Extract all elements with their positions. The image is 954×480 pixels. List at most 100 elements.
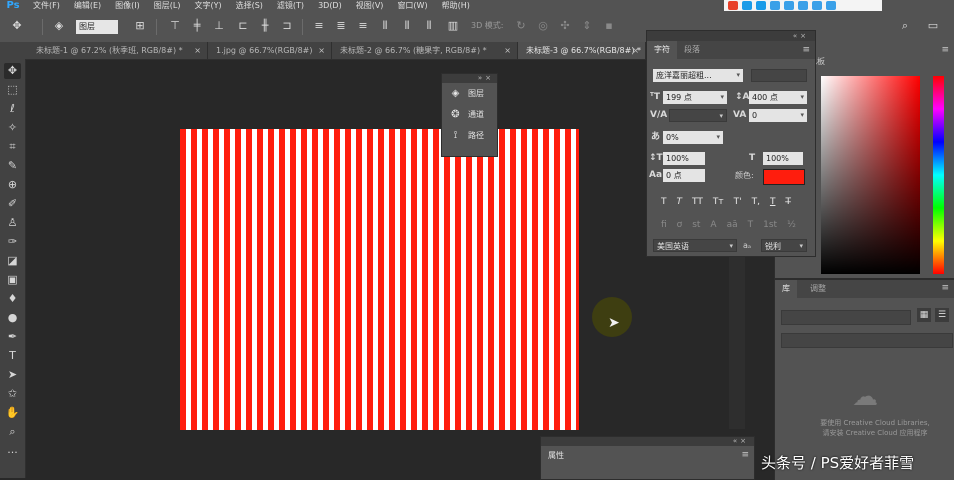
move-tool-icon[interactable]: ✥ — [4, 63, 21, 79]
ligatures-button[interactable]: fi — [661, 219, 667, 231]
menu-filter[interactable]: 滤镜(T) — [270, 0, 311, 11]
pen-tool-icon[interactable]: ✒ — [4, 329, 21, 345]
panel-item-paths[interactable]: ⟟ 路径 — [442, 125, 497, 146]
color-field[interactable] — [821, 76, 920, 274]
dodge-tool-icon[interactable]: ● — [4, 310, 21, 326]
vertical-scale-field[interactable]: 100% — [663, 152, 705, 165]
tab-untitled-3[interactable]: 未标题-3 @ 66.7%(RGB/8#) * × — [518, 42, 646, 59]
lasso-tool-icon[interactable]: ℓ — [4, 101, 21, 117]
menu-type[interactable]: 文字(Y) — [187, 0, 228, 11]
text-color-swatch[interactable] — [763, 169, 805, 185]
tracking-field[interactable]: 0 ▾ — [749, 109, 807, 122]
contextual-button[interactable]: aā — [727, 219, 738, 231]
panel-menu-icon[interactable]: ≡ — [941, 45, 949, 55]
workspace-icon[interactable]: ▭ — [926, 19, 940, 33]
microphone-icon[interactable] — [784, 1, 794, 10]
faux-italic-button[interactable]: T — [677, 196, 683, 208]
distribute-top-icon[interactable]: ≡ — [312, 19, 326, 33]
magic-wand-icon[interactable]: ✧ — [4, 120, 21, 136]
ordinals-button[interactable]: 1st — [763, 219, 777, 231]
language-dropdown[interactable]: 美国英语 ▾ — [653, 239, 737, 252]
emoji-icon[interactable] — [770, 1, 780, 10]
transform-controls-icon[interactable]: ⊞ — [133, 19, 147, 33]
menu-image[interactable]: 图像(I) — [108, 0, 147, 11]
menu-3d[interactable]: 3D(D) — [311, 0, 349, 11]
type-tool-icon[interactable]: T — [4, 348, 21, 364]
titling-button[interactable]: A — [710, 219, 716, 231]
list-view-icon[interactable]: ☰ — [935, 308, 949, 322]
subscript-button[interactable]: T, — [752, 196, 760, 208]
panel-menu-icon[interactable]: ≡ — [941, 283, 949, 293]
menu-edit[interactable]: 编辑(E) — [67, 0, 108, 11]
brush-tool-icon[interactable]: ✐ — [4, 196, 21, 212]
panel-item-layers[interactable]: ◈ 图层 — [442, 83, 497, 104]
auto-select-icon[interactable]: ◈ — [52, 19, 66, 33]
input-mode-icon[interactable] — [742, 1, 752, 10]
tab-character[interactable]: 字符 — [647, 41, 677, 59]
font-style-dropdown[interactable] — [751, 69, 807, 82]
panel-header-controls[interactable]: «× — [647, 31, 815, 41]
distribute-bottom-icon[interactable]: ≡ — [356, 19, 370, 33]
menu-file[interactable]: 文件(F) — [26, 0, 67, 11]
hue-slider[interactable] — [933, 76, 944, 274]
menu-select[interactable]: 选择(S) — [229, 0, 270, 11]
distribute-right-icon[interactable]: ⦀ — [422, 19, 436, 33]
healing-brush-icon[interactable]: ⊕ — [4, 177, 21, 193]
more-tools-icon[interactable]: ··· — [4, 445, 21, 461]
tab-paragraph[interactable]: 段落 — [677, 41, 707, 59]
fractions-button[interactable]: ½ — [787, 219, 796, 231]
3d-scale-icon[interactable]: ▪ — [602, 19, 616, 33]
crop-tool-icon[interactable]: ⌗ — [4, 139, 21, 155]
library-select[interactable] — [781, 310, 911, 325]
stylistic-alternates-button[interactable]: st — [692, 219, 700, 231]
antialias-dropdown[interactable]: 锐利 ▾ — [761, 239, 807, 252]
marquee-tool-icon[interactable]: ⬚ — [4, 82, 21, 98]
zoom-tool-icon[interactable]: ⌕ — [4, 424, 21, 440]
panel-header-controls[interactable]: «× — [541, 437, 754, 446]
align-top-icon[interactable]: ⊤ — [168, 19, 182, 33]
gradient-tool-icon[interactable]: ▣ — [4, 272, 21, 288]
distribute-hcenter-icon[interactable]: ⫴ — [400, 19, 414, 33]
eyedropper-icon[interactable]: ✎ — [4, 158, 21, 174]
menu-window[interactable]: 窗口(W) — [390, 0, 434, 11]
tab-1-jpg[interactable]: 1.jpg @ 66.7%(RGB/8#) × — [208, 42, 332, 59]
auto-align-icon[interactable]: ▥ — [446, 19, 460, 33]
swash-button[interactable]: T — [748, 219, 754, 231]
old-style-button[interactable]: ơ — [677, 219, 683, 231]
tab-properties[interactable]: 属性 — [541, 447, 571, 465]
search-icon[interactable]: ⌕ — [898, 19, 912, 33]
library-search-input[interactable] — [781, 333, 953, 348]
small-caps-button[interactable]: Tт — [713, 196, 724, 208]
baseline-shift-field[interactable]: 0 点 — [663, 169, 705, 182]
tab-adjustments[interactable]: 调整 — [803, 280, 833, 298]
3d-slide-icon[interactable]: ⇕ — [580, 19, 594, 33]
align-bottom-icon[interactable]: ⊥ — [212, 19, 226, 33]
path-selection-icon[interactable]: ➤ — [4, 367, 21, 383]
align-right-icon[interactable]: ⊐ — [280, 19, 294, 33]
faux-bold-button[interactable]: T — [661, 196, 667, 208]
auto-select-dropdown[interactable]: 图层 — [76, 20, 118, 34]
horizontal-scale-field[interactable]: 100% — [763, 152, 803, 165]
strikethrough-button[interactable]: T̶ — [785, 196, 791, 208]
distribute-vcenter-icon[interactable]: ≣ — [334, 19, 348, 33]
sogou-icon[interactable] — [728, 1, 738, 10]
eraser-tool-icon[interactable]: ◪ — [4, 253, 21, 269]
document-canvas[interactable] — [180, 129, 579, 430]
tab-untitled-1[interactable]: 未标题-1 @ 67.2% (秋季班, RGB/8#) * × — [28, 42, 208, 59]
close-icon[interactable]: × — [504, 42, 511, 59]
3d-orbit-icon[interactable]: ↻ — [514, 19, 528, 33]
close-icon[interactable]: × — [318, 42, 325, 59]
grid-view-icon[interactable]: ▦ — [917, 308, 931, 322]
tab-libraries[interactable]: 库 — [775, 280, 797, 298]
shape-tool-icon[interactable]: ✩ — [4, 386, 21, 402]
distribute-left-icon[interactable]: ⦀ — [378, 19, 392, 33]
menu-view[interactable]: 视图(V) — [349, 0, 391, 11]
underline-button[interactable]: T — [770, 196, 776, 208]
blur-tool-icon[interactable]: ♦ — [4, 291, 21, 307]
panel-item-channels[interactable]: ❂ 通道 — [442, 104, 497, 125]
close-icon[interactable]: × — [632, 42, 639, 59]
font-size-field[interactable]: 199 点 ▾ — [663, 91, 727, 104]
toolbox-icon[interactable] — [826, 1, 836, 10]
tsume-field[interactable]: 0% ▾ — [663, 131, 723, 144]
menu-layer[interactable]: 图层(L) — [147, 0, 188, 11]
